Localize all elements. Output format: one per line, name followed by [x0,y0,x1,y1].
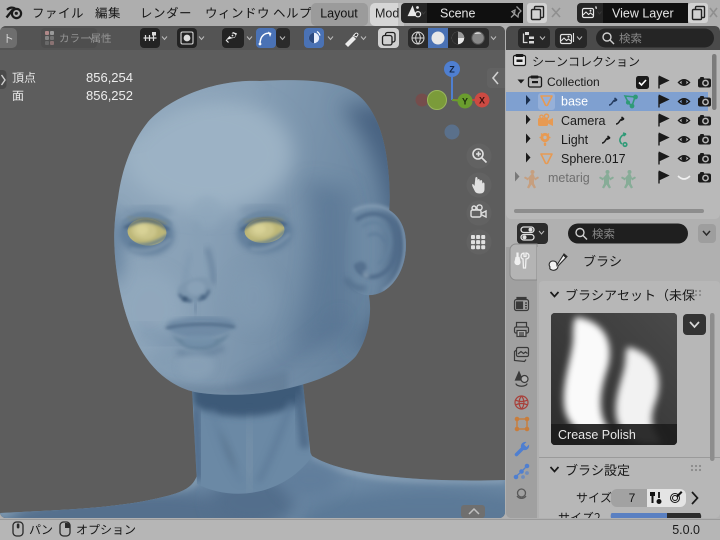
svg-text:Sphere.017: Sphere.017 [561,152,626,166]
svg-text:Layout: Layout [320,7,358,21]
svg-text:Crease Polish: Crease Polish [558,428,636,442]
svg-text:7: 7 [629,491,636,505]
svg-text:Collection: Collection [547,75,600,89]
svg-text:View Layer: View Layer [612,7,674,21]
svg-text:Scene: Scene [440,7,475,21]
svg-text:856,254: 856,254 [86,70,133,85]
svg-text:metarig: metarig [548,171,590,185]
svg-text:Camera: Camera [561,114,606,128]
svg-text:Z: Z [449,65,455,75]
svg-text:Light: Light [561,133,589,147]
svg-text:X: X [479,96,485,106]
svg-text:856,252: 856,252 [86,88,133,103]
svg-text:base: base [561,95,588,109]
svg-text:5.0.0: 5.0.0 [672,523,700,537]
svg-text:Y: Y [462,97,468,107]
svg-text:Mod: Mod [375,7,399,21]
